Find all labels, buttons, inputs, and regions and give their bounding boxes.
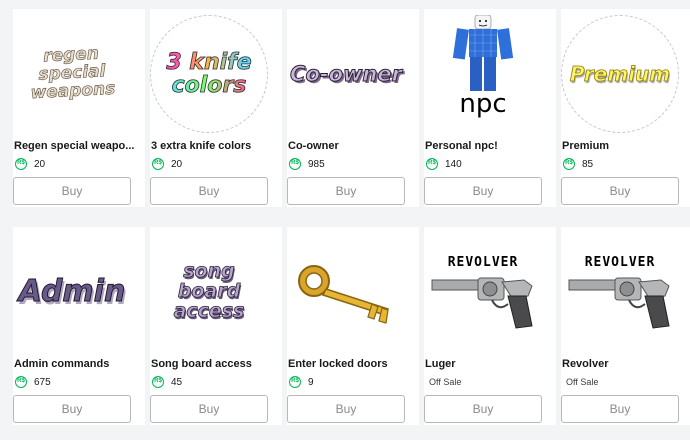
item-price: 985	[308, 158, 325, 170]
buy-button[interactable]: Buy	[150, 395, 268, 423]
buy-button[interactable]: Buy	[424, 395, 542, 423]
thumbnail-text: song board access	[173, 260, 245, 322]
npc-avatar-icon	[452, 15, 514, 91]
regen-weapons-thumbnail[interactable]: regen special weapons	[13, 15, 131, 133]
item-name[interactable]: Premium	[561, 139, 690, 153]
thumbnail-text: Admin	[18, 274, 126, 310]
revolver-thumbnail[interactable]: REVOLVER	[424, 233, 542, 351]
robux-icon: R$	[289, 158, 301, 170]
item-name[interactable]: Admin commands	[13, 357, 145, 371]
item-price: 9	[308, 376, 314, 388]
thumbnail-text: npc	[459, 89, 507, 119]
buy-button[interactable]: Buy	[150, 177, 268, 205]
thumbnail-text: REVOLVER	[584, 255, 656, 270]
co-owner-thumbnail[interactable]: Co-owner	[287, 15, 405, 133]
store-grid: regen special weapons Regen special weap…	[0, 0, 690, 440]
thumbnail-text: Premium	[569, 61, 671, 86]
thumbnail-text: regen special weapons	[30, 43, 116, 104]
item-card[interactable]: REVOLVER Luger Off Sale Buy	[424, 227, 556, 425]
buy-button[interactable]: Buy	[287, 395, 405, 423]
thumbnail-text: Co-owner	[290, 61, 403, 86]
song-board-thumbnail[interactable]: song board access	[150, 233, 268, 351]
robux-icon: R$	[15, 376, 27, 388]
knife-colors-thumbnail[interactable]: 3 knife colors	[150, 15, 268, 133]
buy-button[interactable]: Buy	[287, 177, 405, 205]
npc-avatar-thumbnail[interactable]: npc	[424, 15, 542, 133]
item-card[interactable]: Enter locked doors R$ 9 Buy	[287, 227, 419, 425]
off-sale-label: Off Sale	[429, 377, 462, 387]
item-name[interactable]: Enter locked doors	[287, 357, 419, 371]
price-row: R$ 9	[287, 374, 419, 390]
price-row: R$ 140	[424, 156, 556, 172]
buy-button[interactable]: Buy	[13, 177, 131, 205]
key-icon	[298, 265, 390, 324]
revolver-icon	[431, 277, 533, 329]
item-price: 20	[171, 158, 183, 170]
item-name[interactable]: Co-owner	[287, 139, 419, 153]
off-sale-label: Off Sale	[566, 377, 599, 387]
item-name[interactable]: Personal npc!	[424, 139, 556, 153]
item-name[interactable]: 3 extra knife colors	[150, 139, 282, 153]
item-name[interactable]: Regen special weapo...	[13, 139, 145, 153]
robux-icon: R$	[426, 158, 438, 170]
robux-icon: R$	[563, 158, 575, 170]
item-card[interactable]: regen special weapons Regen special weap…	[13, 9, 145, 207]
thumbnail-text: 3 knife colors	[166, 49, 252, 98]
price-row: Off Sale	[561, 374, 690, 390]
buy-button[interactable]: Buy	[424, 177, 542, 205]
item-name[interactable]: Song board access	[150, 357, 282, 371]
item-name[interactable]: Revolver	[561, 357, 690, 371]
buy-button[interactable]: Buy	[13, 395, 131, 423]
thumbnail-text: REVOLVER	[447, 255, 519, 270]
price-row: R$ 20	[150, 156, 282, 172]
price-row: R$ 985	[287, 156, 419, 172]
item-name[interactable]: Luger	[424, 357, 556, 371]
item-card[interactable]: song board access Song board access R$ 4…	[150, 227, 282, 425]
buy-button[interactable]: Buy	[561, 395, 679, 423]
buy-button[interactable]: Buy	[561, 177, 679, 205]
admin-thumbnail[interactable]: Admin	[13, 233, 131, 351]
price-row: R$ 20	[13, 156, 145, 172]
revolver-icon	[568, 277, 670, 329]
item-price: 85	[582, 158, 594, 170]
revolver-thumbnail[interactable]: REVOLVER	[561, 233, 679, 351]
item-card[interactable]: Co-owner Co-owner R$ 985 Buy	[287, 9, 419, 207]
premium-thumbnail[interactable]: Premium	[561, 15, 679, 133]
item-card[interactable]: Admin Admin commands R$ 675 Buy	[13, 227, 145, 425]
item-card[interactable]: 3 knife colors 3 extra knife colors R$ 2…	[150, 9, 282, 207]
item-price: 140	[445, 158, 462, 170]
robux-icon: R$	[152, 158, 164, 170]
robux-icon: R$	[289, 376, 301, 388]
price-row: R$ 85	[561, 156, 690, 172]
item-price: 675	[34, 376, 51, 388]
item-card[interactable]: REVOLVER Revolver Off Sale Buy	[561, 227, 690, 425]
robux-icon: R$	[152, 376, 164, 388]
price-row: R$ 675	[13, 374, 145, 390]
price-row: Off Sale	[424, 374, 556, 390]
item-card[interactable]: npc Personal npc! R$ 140 Buy	[424, 9, 556, 207]
robux-icon: R$	[15, 158, 27, 170]
item-price: 45	[171, 376, 183, 388]
item-price: 20	[34, 158, 46, 170]
item-card[interactable]: Premium Premium R$ 85 Buy	[561, 9, 690, 207]
price-row: R$ 45	[150, 374, 282, 390]
key-icon[interactable]	[287, 233, 405, 351]
